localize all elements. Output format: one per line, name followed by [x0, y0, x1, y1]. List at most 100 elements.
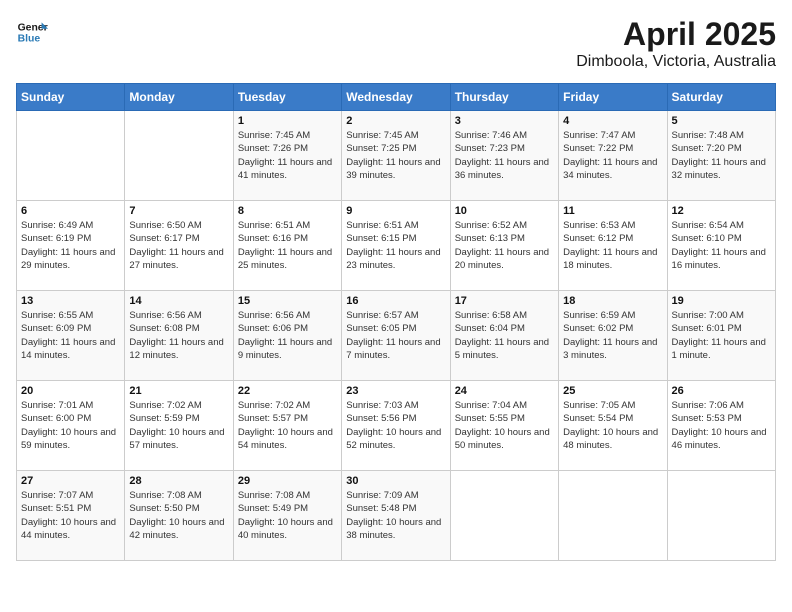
header-wednesday: Wednesday [342, 84, 450, 111]
header-tuesday: Tuesday [233, 84, 341, 111]
page-header: General Blue April 2025 Dimboola, Victor… [16, 16, 776, 71]
table-row: 29Sunrise: 7:08 AMSunset: 5:49 PMDayligh… [233, 471, 341, 561]
day-number: 20 [21, 385, 120, 397]
day-info: Sunrise: 6:56 AMSunset: 6:08 PMDaylight:… [129, 309, 228, 362]
day-number: 4 [563, 115, 662, 127]
header-friday: Friday [559, 84, 667, 111]
day-number: 12 [672, 205, 771, 217]
calendar-title: April 2025 [576, 16, 776, 53]
day-info: Sunrise: 6:57 AMSunset: 6:05 PMDaylight:… [346, 309, 445, 362]
table-row [17, 111, 125, 201]
day-number: 3 [455, 115, 554, 127]
header-monday: Monday [125, 84, 233, 111]
day-info: Sunrise: 7:08 AMSunset: 5:50 PMDaylight:… [129, 489, 228, 542]
table-row: 28 Sunrise: 7:08 AMSunset: 5:50 PMDayligh… [125, 471, 233, 561]
calendar-header-row: Sunday Monday Tuesday Wednesday Thursday… [17, 84, 776, 111]
day-number: 14 [129, 295, 228, 307]
table-row: 6 Sunrise: 6:49 AMSunset: 6:19 PMDaylight… [17, 201, 125, 291]
table-row: 23 Sunrise: 7:03 AMSunset: 5:56 PMDayligh… [342, 381, 450, 471]
day-number: 1 [238, 115, 337, 127]
table-row: 27 Sunrise: 7:07 AMSunset: 5:51 PMDayligh… [17, 471, 125, 561]
day-info: Sunrise: 6:58 AMSunset: 6:04 PMDaylight:… [455, 309, 554, 362]
calendar-table: Sunday Monday Tuesday Wednesday Thursday… [16, 83, 776, 561]
table-row: 1 Sunrise: 7:45 AMSunset: 7:26 PMDaylight… [233, 111, 341, 201]
table-row [667, 471, 775, 561]
day-info: Sunrise: 6:54 AMSunset: 6:10 PMDaylight:… [672, 219, 771, 272]
table-row: 24 Sunrise: 7:04 AMSunset: 5:55 PMDayligh… [450, 381, 558, 471]
day-number: 15 [238, 295, 337, 307]
table-row: 2 Sunrise: 7:45 AMSunset: 7:25 PMDaylight… [342, 111, 450, 201]
day-info: Sunrise: 7:03 AMSunset: 5:56 PMDaylight:… [346, 399, 445, 452]
day-number: 9 [346, 205, 445, 217]
day-number: 8 [238, 205, 337, 217]
day-info: Sunrise: 7:05 AMSunset: 5:54 PMDaylight:… [563, 399, 662, 452]
day-info: Sunrise: 7:02 AMSunset: 5:57 PMDaylight:… [238, 399, 337, 452]
day-info: Sunrise: 7:04 AMSunset: 5:55 PMDaylight:… [455, 399, 554, 452]
day-number: 22 [238, 385, 337, 397]
day-number: 16 [346, 295, 445, 307]
day-info: Sunrise: 7:47 AMSunset: 7:22 PMDaylight:… [563, 129, 662, 182]
day-info: Sunrise: 7:00 AMSunset: 6:01 PMDaylight:… [672, 309, 771, 362]
day-number: 30 [346, 475, 445, 487]
calendar-week-row: 27 Sunrise: 7:07 AMSunset: 5:51 PMDayligh… [17, 471, 776, 561]
day-number: 29 [238, 475, 337, 487]
header-saturday: Saturday [667, 84, 775, 111]
table-row: 30 Sunrise: 7:09 AMSunset: 5:48 PMDayligh… [342, 471, 450, 561]
header-sunday: Sunday [17, 84, 125, 111]
day-number: 26 [672, 385, 771, 397]
table-row: 14 Sunrise: 6:56 AMSunset: 6:08 PMDayligh… [125, 291, 233, 381]
table-row: 17 Sunrise: 6:58 AMSunset: 6:04 PMDayligh… [450, 291, 558, 381]
day-number: 2 [346, 115, 445, 127]
day-info: Sunrise: 7:06 AMSunset: 5:53 PMDaylight:… [672, 399, 771, 452]
table-row: 10 Sunrise: 6:52 AMSunset: 6:13 PMDayligh… [450, 201, 558, 291]
day-number: 21 [129, 385, 228, 397]
table-row: 26 Sunrise: 7:06 AMSunset: 5:53 PMDayligh… [667, 381, 775, 471]
title-block: April 2025 Dimboola, Victoria, Australia [576, 16, 776, 71]
day-number: 17 [455, 295, 554, 307]
calendar-week-row: 1 Sunrise: 7:45 AMSunset: 7:26 PMDaylight… [17, 111, 776, 201]
table-row: 20 Sunrise: 7:01 AMSunset: 6:00 PMDayligh… [17, 381, 125, 471]
table-row: 7Sunrise: 6:50 AMSunset: 6:17 PMDaylight… [125, 201, 233, 291]
table-row: 5 Sunrise: 7:48 AMSunset: 7:20 PMDaylight… [667, 111, 775, 201]
svg-text:Blue: Blue [18, 34, 41, 45]
table-row: 21Sunrise: 7:02 AMSunset: 5:59 PMDayligh… [125, 381, 233, 471]
day-info: Sunrise: 7:48 AMSunset: 7:20 PMDaylight:… [672, 129, 771, 182]
table-row: 19Sunrise: 7:00 AMSunset: 6:01 PMDayligh… [667, 291, 775, 381]
day-number: 23 [346, 385, 445, 397]
day-info: Sunrise: 6:50 AMSunset: 6:17 PMDaylight:… [129, 219, 228, 272]
day-info: Sunrise: 6:53 AMSunset: 6:12 PMDaylight:… [563, 219, 662, 272]
logo: General Blue [16, 16, 48, 48]
day-info: Sunrise: 7:01 AMSunset: 6:00 PMDaylight:… [21, 399, 120, 452]
day-info: Sunrise: 7:46 AMSunset: 7:23 PMDaylight:… [455, 129, 554, 182]
day-info: Sunrise: 7:45 AMSunset: 7:25 PMDaylight:… [346, 129, 445, 182]
day-info: Sunrise: 6:56 AMSunset: 6:06 PMDaylight:… [238, 309, 337, 362]
calendar-week-row: 6 Sunrise: 6:49 AMSunset: 6:19 PMDaylight… [17, 201, 776, 291]
day-info: Sunrise: 7:45 AMSunset: 7:26 PMDaylight:… [238, 129, 337, 182]
day-number: 6 [21, 205, 120, 217]
logo-icon: General Blue [16, 16, 48, 48]
table-row: 22 Sunrise: 7:02 AMSunset: 5:57 PMDayligh… [233, 381, 341, 471]
day-info: Sunrise: 6:49 AMSunset: 6:19 PMDaylight:… [21, 219, 120, 272]
table-row: 13Sunrise: 6:55 AMSunset: 6:09 PMDayligh… [17, 291, 125, 381]
table-row: 15 Sunrise: 6:56 AMSunset: 6:06 PMDayligh… [233, 291, 341, 381]
table-row [450, 471, 558, 561]
day-number: 10 [455, 205, 554, 217]
calendar-week-row: 20 Sunrise: 7:01 AMSunset: 6:00 PMDayligh… [17, 381, 776, 471]
calendar-week-row: 13Sunrise: 6:55 AMSunset: 6:09 PMDayligh… [17, 291, 776, 381]
table-row [125, 111, 233, 201]
day-number: 24 [455, 385, 554, 397]
day-number: 28 [129, 475, 228, 487]
day-number: 27 [21, 475, 120, 487]
day-info: Sunrise: 6:52 AMSunset: 6:13 PMDaylight:… [455, 219, 554, 272]
day-number: 25 [563, 385, 662, 397]
day-number: 5 [672, 115, 771, 127]
day-number: 13 [21, 295, 120, 307]
table-row: 8Sunrise: 6:51 AMSunset: 6:16 PMDaylight… [233, 201, 341, 291]
table-row: 12 Sunrise: 6:54 AMSunset: 6:10 PMDayligh… [667, 201, 775, 291]
day-info: Sunrise: 6:51 AMSunset: 6:15 PMDaylight:… [346, 219, 445, 272]
day-number: 11 [563, 205, 662, 217]
day-info: Sunrise: 7:07 AMSunset: 5:51 PMDaylight:… [21, 489, 120, 542]
table-row: 11 Sunrise: 6:53 AMSunset: 6:12 PMDayligh… [559, 201, 667, 291]
day-info: Sunrise: 7:09 AMSunset: 5:48 PMDaylight:… [346, 489, 445, 542]
table-row: 25 Sunrise: 7:05 AMSunset: 5:54 PMDayligh… [559, 381, 667, 471]
